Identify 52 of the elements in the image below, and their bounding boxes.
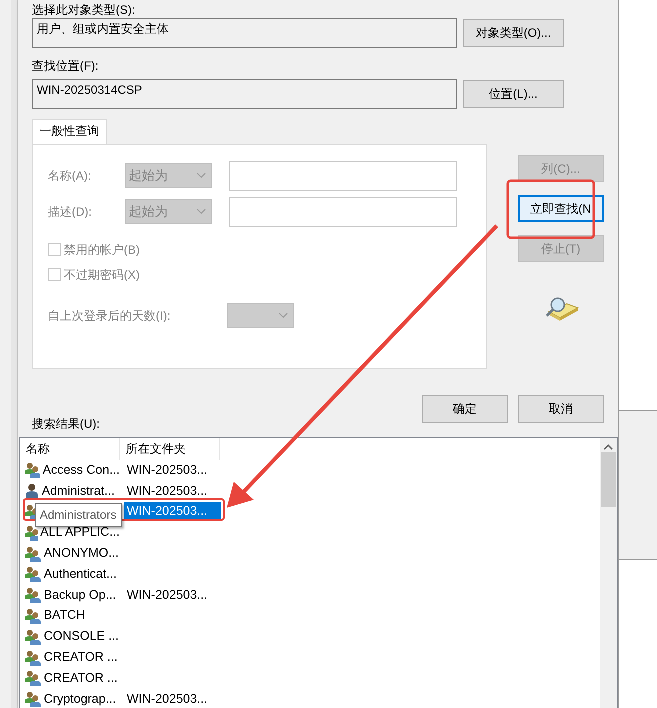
users-icon <box>25 566 41 582</box>
chevron-down-icon <box>197 173 206 178</box>
folder-cell[interactable]: WIN-202503... <box>124 690 221 708</box>
chevron-down-icon <box>197 209 206 214</box>
results-label: 搜索结果(U): <box>32 417 101 431</box>
field-label: 描述(D): <box>48 204 93 220</box>
list-item[interactable]: Administrat... <box>20 483 120 500</box>
field-label: 选择此对象类型(S): <box>32 3 136 17</box>
cancel-button[interactable]: 取消 <box>518 395 604 423</box>
users-icon <box>25 524 38 541</box>
users-icon <box>25 670 41 686</box>
folder-cell[interactable]: WIN-202503... <box>124 482 221 501</box>
list-item[interactable]: Authenticat... <box>20 566 120 582</box>
list-item[interactable]: CREATOR ... <box>20 650 120 666</box>
search-icon <box>545 296 579 322</box>
column-header[interactable]: 名称 <box>20 438 120 460</box>
checkbox-label: 禁用的帐户(B) <box>64 242 140 258</box>
object-type-field[interactable]: 用户、组或内置安全主体 <box>32 18 457 48</box>
tab[interactable]: 一般性查询 <box>32 119 107 144</box>
folder-cell[interactable]: WIN-202503... <box>124 460 221 480</box>
field-label: 自上次登录后的天数(I): <box>48 308 172 324</box>
users-icon <box>25 628 41 645</box>
tooltip: Administrators <box>35 502 122 527</box>
location-field[interactable]: WIN-20250314CSP <box>32 79 457 109</box>
locations-button[interactable]: 位置(L)... <box>463 80 564 108</box>
users-icon <box>25 462 40 478</box>
users-icon <box>25 608 41 624</box>
users-icon <box>25 587 41 604</box>
field-label: 查找位置(F): <box>32 59 100 73</box>
list-item[interactable]: BATCH <box>20 608 120 624</box>
user-icon <box>25 483 39 500</box>
users-icon <box>25 650 41 666</box>
list-item[interactable]: Cryptograp... <box>20 691 120 708</box>
list-item[interactable]: CREATOR ... <box>20 670 120 686</box>
scroll-thumb[interactable] <box>601 452 616 507</box>
list-item[interactable]: Backup Op... <box>20 587 120 604</box>
field-label: 名称(A): <box>48 168 92 184</box>
checkbox-label: 不过期密码(X) <box>64 266 140 284</box>
object-types-button[interactable]: 对象类型(O)... <box>463 19 564 47</box>
list-item[interactable]: CONSOLE ... <box>20 628 120 645</box>
scroll-up-icon[interactable] <box>604 444 613 450</box>
list-item[interactable]: ANONYMO... <box>20 546 120 562</box>
users-icon <box>25 546 41 562</box>
ok-button[interactable]: 确定 <box>422 395 508 423</box>
folder-cell[interactable]: WIN-202503... <box>124 586 221 605</box>
users-icon <box>25 691 41 708</box>
scrollbar[interactable] <box>600 438 617 708</box>
find-now-button[interactable]: 立即查找(N <box>518 195 604 222</box>
list-item[interactable]: Access Con... <box>20 462 120 478</box>
column-header[interactable]: 所在文件夹 <box>120 438 220 460</box>
list-item[interactable]: ALL APPLIC... <box>20 524 120 541</box>
chevron-down-icon <box>279 313 288 318</box>
